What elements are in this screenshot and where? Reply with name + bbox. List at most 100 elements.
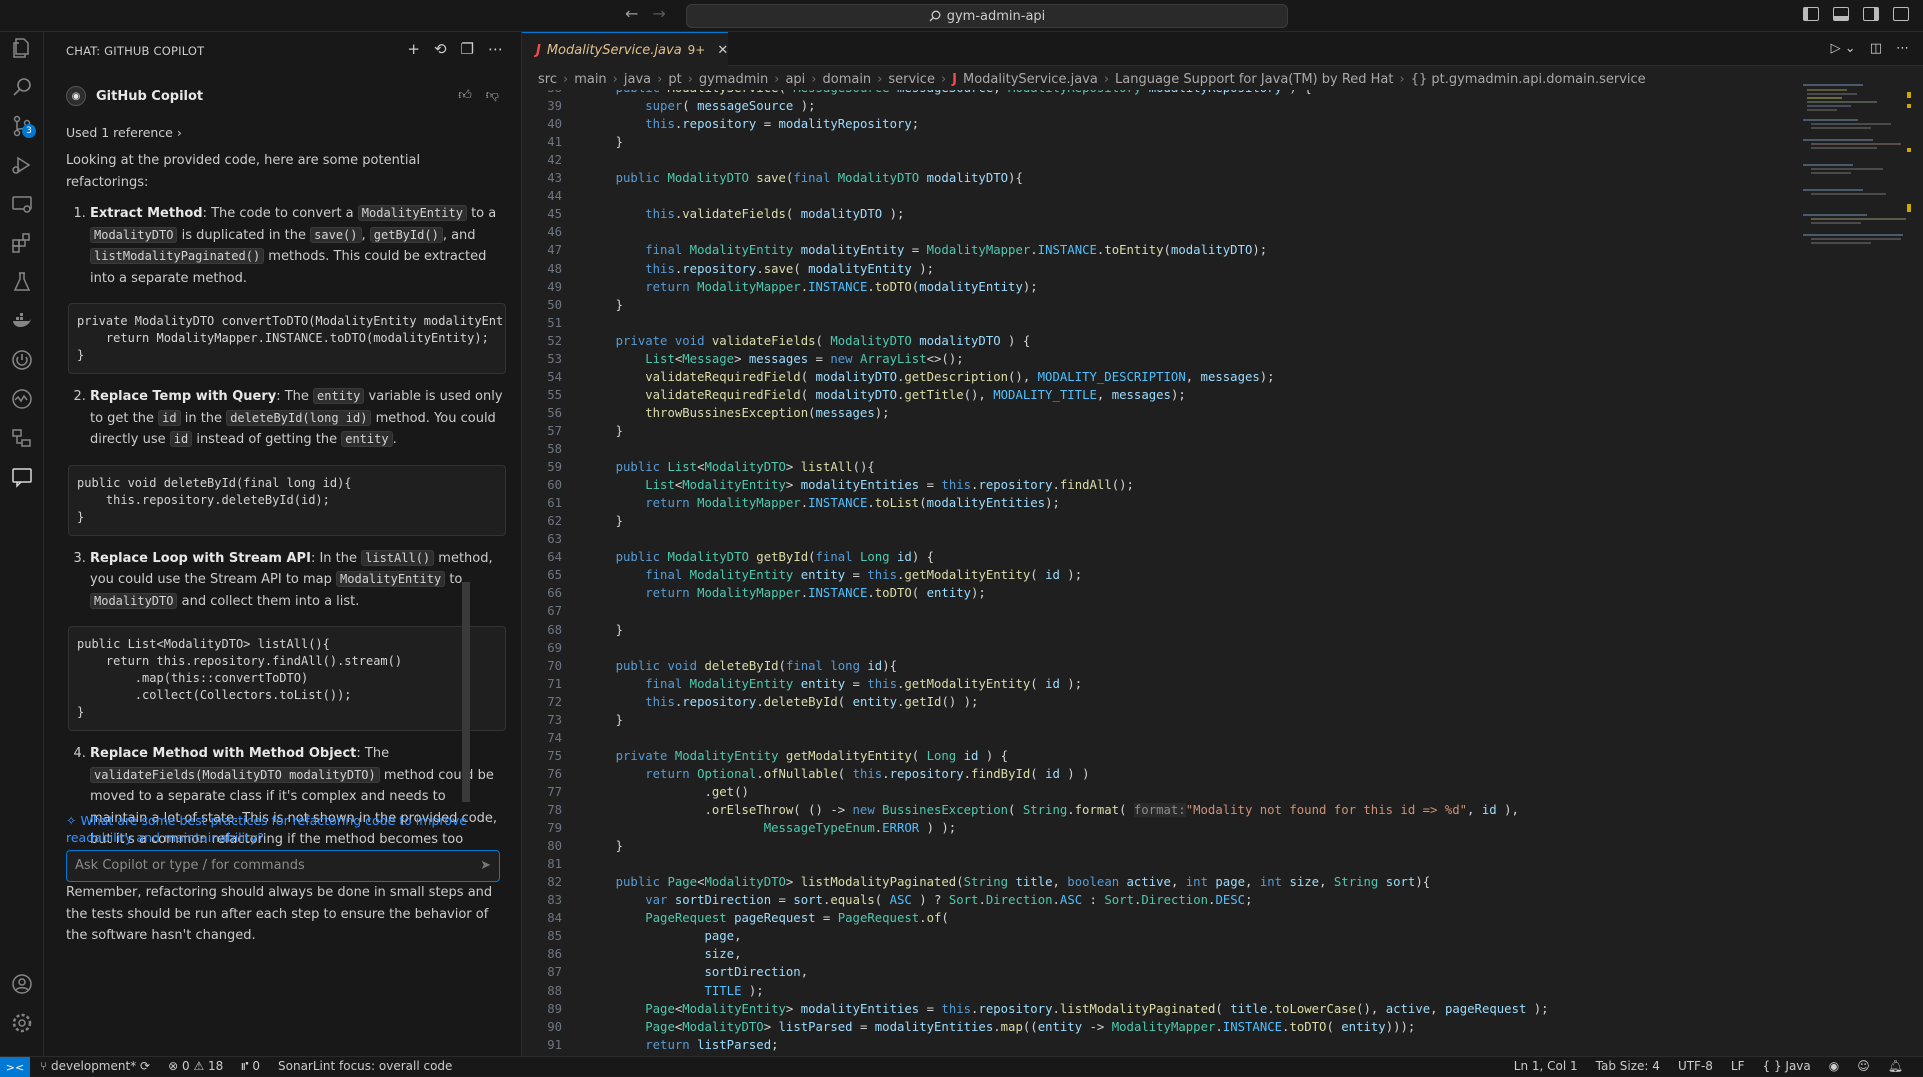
- code-line[interactable]: public ModalityDTO save(final ModalityDT…: [586, 171, 1023, 185]
- code-line[interactable]: }: [586, 623, 623, 637]
- source-control-icon[interactable]: 3: [8, 112, 36, 140]
- code-line[interactable]: public ModalityDTO getById(final Long id…: [586, 550, 934, 564]
- outline-icon[interactable]: [8, 424, 36, 452]
- chat-input[interactable]: Ask Copilot or type / for commands ➤: [66, 850, 500, 882]
- code-line[interactable]: final ModalityEntity entity = this.getMo…: [586, 677, 1082, 691]
- new-chat-icon[interactable]: +: [407, 40, 420, 58]
- code-line[interactable]: this.validateFields( modalityDTO );: [586, 207, 904, 221]
- code-line[interactable]: List<ModalityEntity> modalityEntities = …: [586, 478, 1134, 492]
- breadcrumb-item[interactable]: java: [624, 72, 651, 87]
- run-icon[interactable]: ▷ ⌄: [1831, 41, 1856, 56]
- thumbs-up-icon[interactable]: 👍︎: [458, 88, 472, 103]
- toggle-panel-icon[interactable]: [1833, 7, 1849, 21]
- customize-layout-icon[interactable]: [1893, 7, 1909, 21]
- code-line[interactable]: sortDirection,: [586, 965, 808, 979]
- run-debug-icon[interactable]: [8, 151, 36, 179]
- code-line[interactable]: public void deleteById(final long id){: [586, 659, 897, 673]
- code-line[interactable]: final ModalityEntity modalityEntity = Mo…: [586, 243, 1267, 257]
- code-line[interactable]: Page<ModalityEntity> modalityEntities = …: [586, 1002, 1548, 1016]
- breadcrumb-item[interactable]: main: [574, 72, 606, 87]
- close-icon[interactable]: ✕: [717, 43, 728, 58]
- code-line[interactable]: validateRequiredField( modalityDTO.getTi…: [586, 388, 1186, 402]
- toggle-secondary-sidebar-icon[interactable]: [1863, 7, 1879, 21]
- code-line[interactable]: }: [586, 713, 623, 727]
- docker-icon[interactable]: [8, 307, 36, 335]
- breadcrumb-item[interactable]: domain: [822, 72, 871, 87]
- extensions-icon[interactable]: [8, 229, 36, 257]
- history-icon[interactable]: ⟲: [434, 40, 447, 58]
- code-line[interactable]: return ModalityMapper.INSTANCE.toList(mo…: [586, 496, 1060, 510]
- code-block[interactable]: public List<ModalityDTO> listAll(){ retu…: [68, 626, 506, 731]
- breadcrumb-item[interactable]: service: [888, 72, 935, 87]
- forward-arrow-icon[interactable]: →: [652, 4, 665, 23]
- code-line[interactable]: }: [586, 514, 623, 528]
- accounts-icon[interactable]: [8, 970, 36, 998]
- code-line[interactable]: page,: [586, 929, 741, 943]
- problems-indicator[interactable]: ⊗ 0 ⚠ 18: [168, 1059, 223, 1073]
- code-line[interactable]: private void validateFields( ModalityDTO…: [586, 334, 1031, 348]
- language-mode[interactable]: { } Java: [1763, 1059, 1811, 1073]
- cursor-position[interactable]: Ln 1, Col 1: [1514, 1059, 1578, 1073]
- code-line[interactable]: this.repository = modalityRepository;: [586, 117, 919, 131]
- code-block[interactable]: private ModalityDTO convertToDTO(Modalit…: [68, 303, 506, 374]
- code-line[interactable]: List<Message> messages = new ArrayList<>…: [586, 352, 963, 366]
- code-line[interactable]: Page<ModalityDTO> listParsed = modalityE…: [586, 1020, 1415, 1034]
- follow-up-suggestion[interactable]: ✧ What are some best practices for refac…: [66, 812, 496, 846]
- more-actions-icon[interactable]: ⋯: [1896, 41, 1909, 56]
- code-line[interactable]: PageRequest pageRequest = PageRequest.of…: [586, 911, 949, 925]
- code-line[interactable]: return ModalityMapper.INSTANCE.toDTO( en…: [586, 586, 986, 600]
- thumbs-down-icon[interactable]: 👎︎: [486, 88, 499, 103]
- code-line[interactable]: }: [586, 298, 623, 312]
- code-line[interactable]: var sortDirection = sort.equals( ASC ) ?…: [586, 893, 1252, 907]
- code-line[interactable]: private ModalityEntity getModalityEntity…: [586, 749, 1008, 763]
- notifications-icon[interactable]: 🔔︎: [1888, 1059, 1903, 1073]
- minimap[interactable]: [1803, 84, 1913, 304]
- back-arrow-icon[interactable]: ←: [625, 4, 638, 23]
- code-line[interactable]: public ModalityService( MessageSource me…: [586, 90, 1312, 95]
- breadcrumb-item[interactable]: gymadmin: [699, 72, 768, 87]
- code-line[interactable]: }: [586, 839, 623, 853]
- tab-size[interactable]: Tab Size: 4: [1596, 1059, 1660, 1073]
- used-references[interactable]: Used 1 reference ›: [66, 125, 182, 140]
- gear-icon[interactable]: [8, 1009, 36, 1037]
- remote-indicator-icon[interactable]: ><: [0, 1057, 30, 1077]
- encoding[interactable]: UTF-8: [1678, 1059, 1713, 1073]
- code-block[interactable]: public void deleteById(final long id){ t…: [68, 464, 506, 536]
- spring-boot-icon[interactable]: [8, 346, 36, 374]
- code-line[interactable]: }: [586, 424, 623, 438]
- code-line[interactable]: return listParsed;: [586, 1038, 778, 1052]
- split-editor-icon[interactable]: ◫: [1870, 41, 1882, 56]
- code-line[interactable]: return ModalityMapper.INSTANCE.toDTO(mod…: [586, 280, 1037, 294]
- code-editor[interactable]: 38 public ModalityService( MessageSource…: [522, 90, 1923, 1056]
- code-line[interactable]: public Page<ModalityDTO> listModalityPag…: [586, 875, 1431, 889]
- code-line[interactable]: .orElseThrow( () -> new BussinesExceptio…: [586, 803, 1519, 817]
- java-file-icon[interactable]: J: [952, 72, 957, 87]
- breadcrumb-item[interactable]: src: [538, 72, 557, 87]
- send-icon[interactable]: ➤: [480, 858, 491, 873]
- feedback-icon[interactable]: ☺: [1857, 1059, 1870, 1073]
- breadcrumb-item[interactable]: api: [785, 72, 805, 87]
- code-line[interactable]: MessageTypeEnum.ERROR ) );: [586, 821, 957, 835]
- code-line[interactable]: .get(): [586, 785, 748, 799]
- code-line[interactable]: this.repository.deleteById( entity.getId…: [586, 695, 978, 709]
- remote-explorer-icon[interactable]: [8, 190, 36, 218]
- breadcrumb-item[interactable]: Language Support for Java(TM) by Red Hat: [1115, 72, 1393, 87]
- code-line[interactable]: public List<ModalityDTO> listAll(){: [586, 460, 875, 474]
- open-in-editor-icon[interactable]: ❐: [461, 40, 474, 58]
- code-line[interactable]: }: [586, 135, 623, 149]
- command-center[interactable]: gym-admin-api: [686, 4, 1288, 28]
- code-line[interactable]: validateRequiredField( modalityDTO.getDe…: [586, 370, 1274, 384]
- toggle-primary-sidebar-icon[interactable]: [1803, 7, 1819, 21]
- copilot-status-icon[interactable]: ◉: [1829, 1059, 1839, 1073]
- code-line[interactable]: final ModalityEntity entity = this.getMo…: [586, 568, 1082, 582]
- line-ending[interactable]: LF: [1731, 1059, 1745, 1073]
- tab-modality-service[interactable]: J ModalityService.java 9+ ✕: [522, 32, 728, 67]
- timeline-icon[interactable]: [8, 385, 36, 413]
- chat-scrollbar[interactable]: [462, 582, 470, 802]
- code-line[interactable]: return Optional.ofNullable( this.reposit…: [586, 767, 1089, 781]
- code-line[interactable]: size,: [586, 947, 741, 961]
- ports-indicator[interactable]: ⑈ 0: [241, 1059, 260, 1073]
- code-line[interactable]: super( messageSource );: [586, 99, 815, 113]
- explorer-icon[interactable]: [8, 34, 36, 62]
- more-actions-icon[interactable]: ⋯: [488, 40, 503, 58]
